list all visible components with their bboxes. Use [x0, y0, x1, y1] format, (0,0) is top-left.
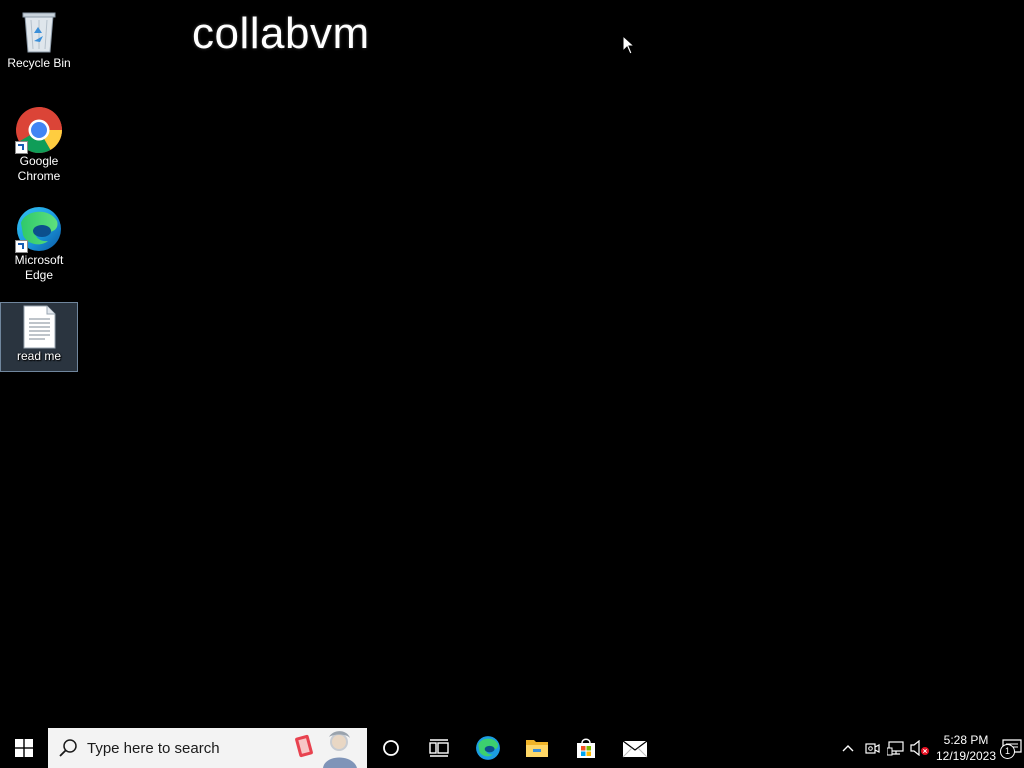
- network-icon: [887, 741, 904, 756]
- clock[interactable]: 5:28 PM 12/19/2023: [932, 732, 1000, 764]
- show-hidden-icons-button[interactable]: [836, 728, 860, 768]
- windows-logo-icon: [15, 739, 33, 757]
- taskbar: Type here to search 5:28 PM 12/19/2023 1: [0, 728, 1024, 768]
- desktop-icon-google-chrome[interactable]: Google Chrome: [0, 104, 78, 190]
- taskbar-edge-button[interactable]: [463, 728, 512, 768]
- mail-icon: [622, 740, 647, 758]
- cortana-icon: [383, 740, 399, 756]
- desktop: collabvm Recycle Bin Google Chrome Micro…: [0, 0, 1024, 728]
- taskbar-store-button[interactable]: [561, 728, 610, 768]
- volume-muted-icon: [910, 740, 929, 756]
- chevron-up-icon: [842, 745, 854, 752]
- text-document-icon: [15, 305, 63, 349]
- chrome-icon: [15, 106, 63, 154]
- file-explorer-icon: [525, 740, 548, 757]
- clock-time: 5:28 PM: [943, 733, 989, 747]
- taskbar-mail-button[interactable]: [610, 728, 659, 768]
- recycle-bin-icon: [15, 6, 63, 56]
- desktop-icon-label: Google Chrome: [17, 154, 61, 183]
- search-placeholder: Type here to search: [87, 739, 220, 757]
- task-view-button[interactable]: [415, 728, 463, 768]
- action-center-button[interactable]: 1: [1000, 728, 1024, 768]
- meet-now-button[interactable]: [860, 728, 884, 768]
- task-view-icon: [429, 739, 449, 757]
- system-tray: 5:28 PM 12/19/2023 1: [836, 728, 1024, 768]
- collabvm-watermark: collabvm: [192, 9, 370, 58]
- cortana-button[interactable]: [367, 728, 415, 768]
- desktop-icon-label: Microsoft Edge: [14, 253, 64, 282]
- taskbar-file-explorer-button[interactable]: [512, 728, 561, 768]
- edge-icon: [475, 736, 500, 760]
- desktop-icon-label: Recycle Bin: [7, 56, 71, 70]
- clock-date: 12/19/2023: [935, 749, 997, 763]
- meet-now-icon: [865, 743, 880, 754]
- desktop-icon-label: read me: [16, 349, 62, 363]
- notification-count-badge: 1: [1000, 744, 1015, 759]
- store-icon: [576, 738, 595, 758]
- search-box[interactable]: Type here to search: [48, 728, 367, 768]
- search-highlight-icon: [295, 731, 357, 768]
- desktop-icon-microsoft-edge[interactable]: Microsoft Edge: [0, 203, 78, 289]
- mouse-cursor-icon: [622, 35, 636, 55]
- volume-button[interactable]: [908, 728, 932, 768]
- desktop-icon-read-me[interactable]: read me: [0, 302, 78, 372]
- shortcut-arrow-icon: [15, 141, 28, 154]
- edge-icon: [15, 205, 63, 253]
- network-button[interactable]: [884, 728, 908, 768]
- start-button[interactable]: [0, 728, 48, 768]
- desktop-icon-recycle-bin[interactable]: Recycle Bin: [0, 4, 78, 76]
- search-icon: [58, 728, 84, 768]
- shortcut-arrow-icon: [15, 240, 28, 253]
